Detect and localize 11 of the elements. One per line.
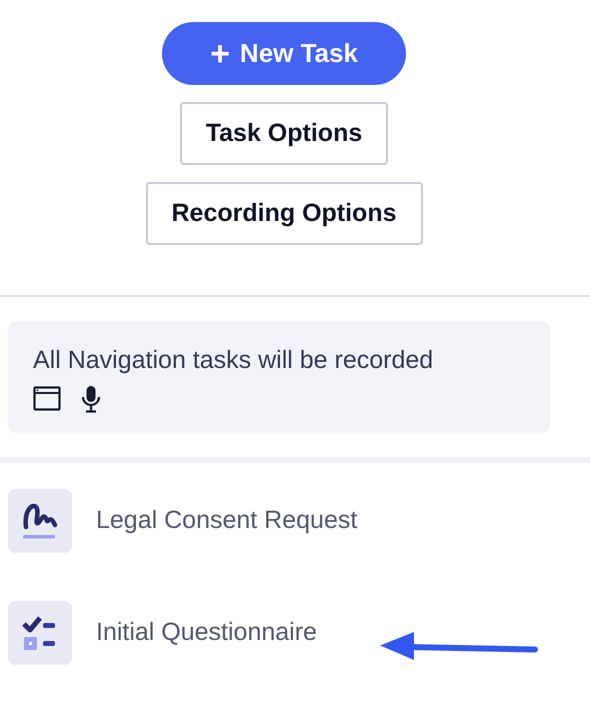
new-task-button[interactable]: + New Task <box>162 22 406 85</box>
signature-icon <box>22 501 58 541</box>
plus-icon: + <box>210 36 230 70</box>
microphone-icon <box>81 385 101 413</box>
option-button[interactable]: Recording Options <box>146 182 422 245</box>
task-item[interactable]: Legal Consent Request <box>96 502 358 540</box>
browser-window-icon <box>33 386 61 412</box>
notice-text: All Navigation tasks will be recorded <box>33 345 434 375</box>
task-item[interactable]: Initial Questionnaire <box>96 614 317 652</box>
new-task-label: New Task <box>240 37 358 70</box>
option-button[interactable]: Task Options <box>180 102 388 165</box>
